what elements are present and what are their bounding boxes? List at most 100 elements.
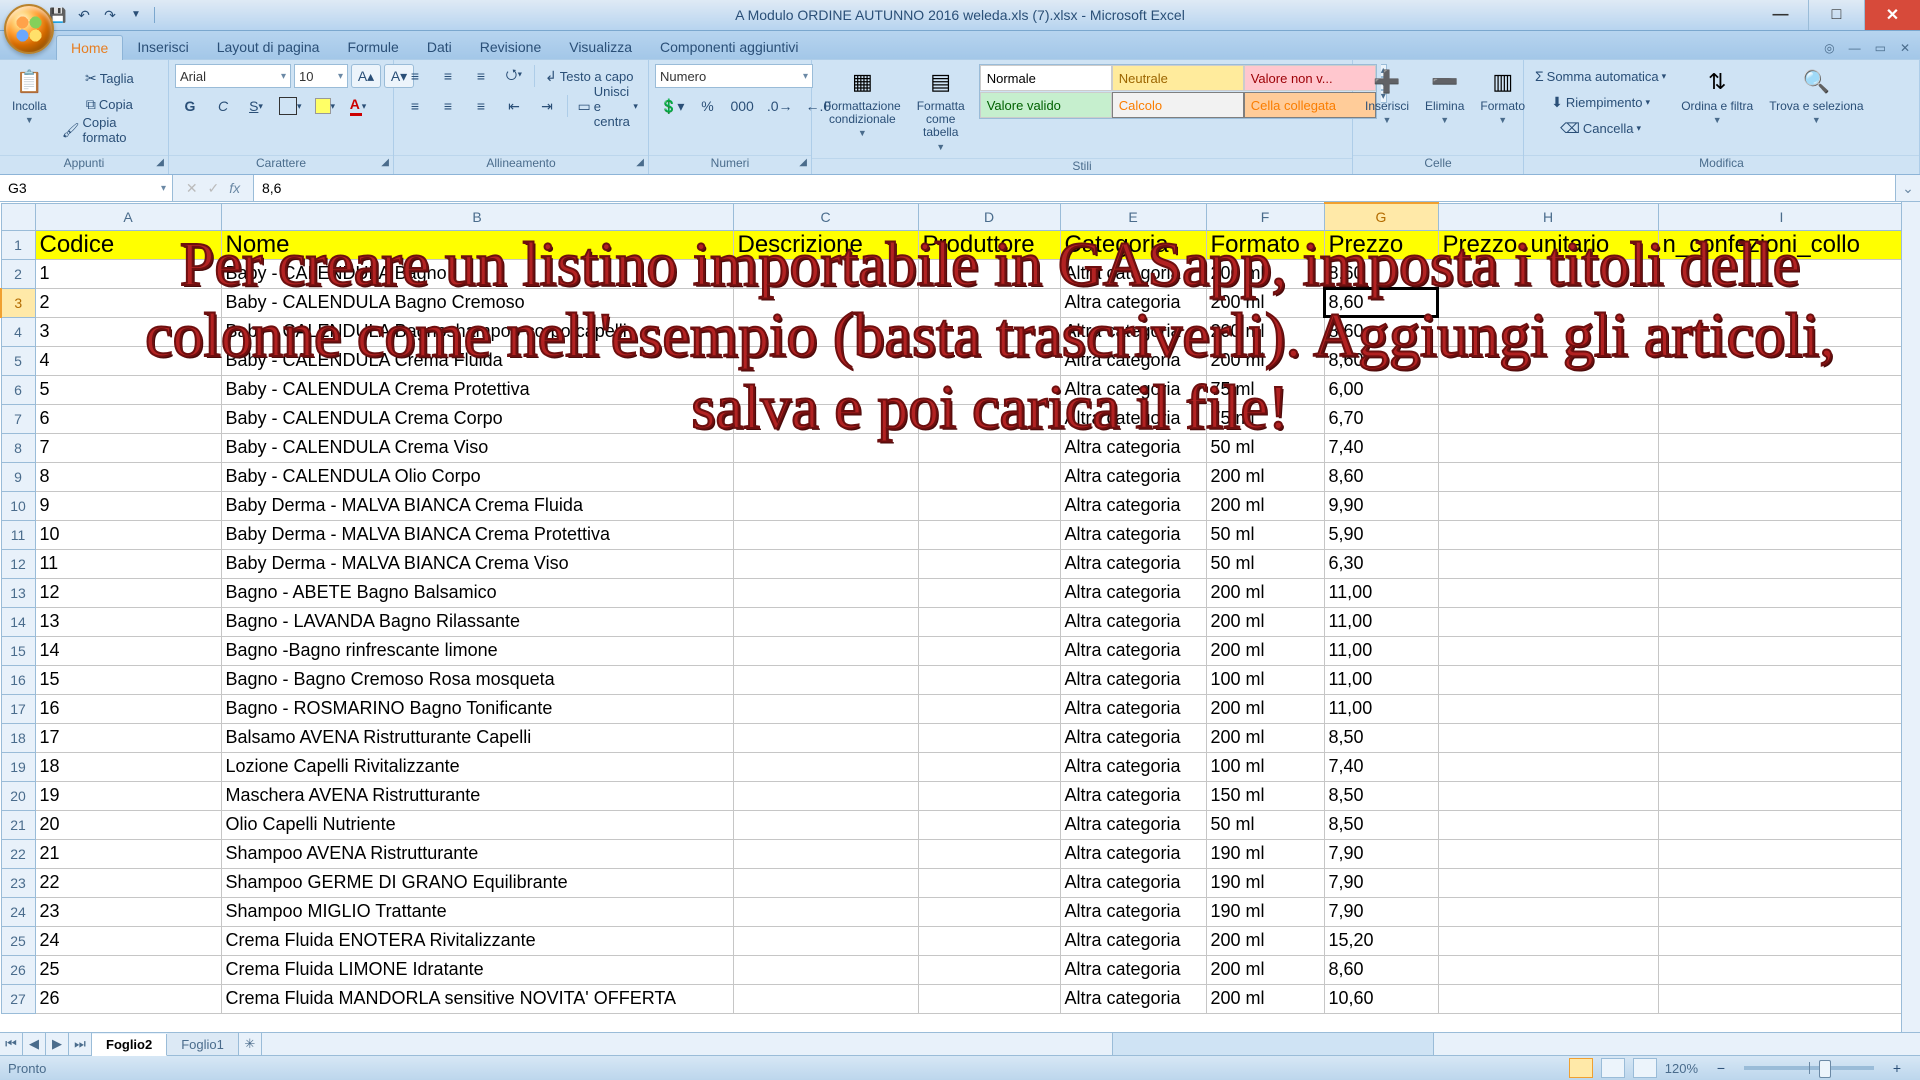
cell-F10[interactable]: 200 ml <box>1206 491 1324 520</box>
expand-formula-bar-icon[interactable]: ⌄ <box>1895 175 1920 201</box>
percent-button[interactable]: % <box>692 94 722 118</box>
cell-H10[interactable] <box>1438 491 1658 520</box>
cell-D11[interactable] <box>918 520 1060 549</box>
align-bottom-button[interactable]: ≡ <box>466 64 496 88</box>
cell-G3[interactable]: 8,60 <box>1324 288 1438 317</box>
cell-E21[interactable]: Altra categoria <box>1060 810 1206 839</box>
row-header[interactable]: 2 <box>1 259 35 288</box>
cell-I15[interactable] <box>1658 636 1901 665</box>
cell-G24[interactable]: 7,90 <box>1324 897 1438 926</box>
zoom-slider[interactable] <box>1744 1066 1874 1070</box>
cell-B3[interactable]: Baby - CALENDULA Bagno Cremoso <box>221 288 733 317</box>
column-header-C[interactable]: C <box>733 203 918 230</box>
row-header[interactable]: 13 <box>1 578 35 607</box>
cell-G23[interactable]: 7,90 <box>1324 868 1438 897</box>
cell-I17[interactable] <box>1658 694 1901 723</box>
format-as-table-button[interactable]: ▤ Formatta come tabella▼ <box>911 64 971 154</box>
ribbon-minimize-icon[interactable]: ◎ <box>1824 41 1834 55</box>
cell-H20[interactable] <box>1438 781 1658 810</box>
cell-A7[interactable]: 6 <box>35 404 221 433</box>
cell-G22[interactable]: 7,90 <box>1324 839 1438 868</box>
cell-A1[interactable]: Codice <box>35 230 221 259</box>
cell-F25[interactable]: 200 ml <box>1206 926 1324 955</box>
cell-A24[interactable]: 23 <box>35 897 221 926</box>
cell-B4[interactable]: Baby - CALENDULA Bagnoshampoo corpo cape… <box>221 317 733 346</box>
cell-I22[interactable] <box>1658 839 1901 868</box>
cell-G4[interactable]: 8,60 <box>1324 317 1438 346</box>
cell-D13[interactable] <box>918 578 1060 607</box>
cell-D4[interactable] <box>918 317 1060 346</box>
number-format-combo[interactable]: Numero▾ <box>655 64 813 88</box>
cell-D18[interactable] <box>918 723 1060 752</box>
cell-B20[interactable]: Maschera AVENA Ristrutturante <box>221 781 733 810</box>
cell-F8[interactable]: 50 ml <box>1206 433 1324 462</box>
style-calcolo[interactable]: Calcolo <box>1112 92 1244 118</box>
row-header[interactable]: 8 <box>1 433 35 462</box>
row-header[interactable]: 12 <box>1 549 35 578</box>
cell-G19[interactable]: 7,40 <box>1324 752 1438 781</box>
ribbon-tab-layout-di-pagina[interactable]: Layout di pagina <box>203 35 334 60</box>
page-break-view-button[interactable] <box>1633 1058 1657 1078</box>
ribbon-tab-formule[interactable]: Formule <box>333 35 412 60</box>
cell-E7[interactable]: Altra categoria <box>1060 404 1206 433</box>
cell-C26[interactable] <box>733 955 918 984</box>
cell-F4[interactable]: 200 ml <box>1206 317 1324 346</box>
font-name-combo[interactable]: Arial▾ <box>175 64 291 88</box>
cell-G18[interactable]: 8,50 <box>1324 723 1438 752</box>
cell-A4[interactable]: 3 <box>35 317 221 346</box>
cell-D22[interactable] <box>918 839 1060 868</box>
cell-D23[interactable] <box>918 868 1060 897</box>
cell-E22[interactable]: Altra categoria <box>1060 839 1206 868</box>
cell-A25[interactable]: 24 <box>35 926 221 955</box>
cell-E15[interactable]: Altra categoria <box>1060 636 1206 665</box>
style-normale[interactable]: Normale <box>980 65 1112 91</box>
cut-button[interactable]: ✂Taglia <box>57 66 162 90</box>
cell-I6[interactable] <box>1658 375 1901 404</box>
cell-E5[interactable]: Altra categoria <box>1060 346 1206 375</box>
merge-center-button[interactable]: ▭Unisci e centra▾ <box>573 94 643 118</box>
cell-F3[interactable]: 200 ml <box>1206 288 1324 317</box>
cell-E27[interactable]: Altra categoria <box>1060 984 1206 1013</box>
row-header[interactable]: 9 <box>1 462 35 491</box>
align-middle-button[interactable]: ≡ <box>433 64 463 88</box>
cell-I23[interactable] <box>1658 868 1901 897</box>
cell-B7[interactable]: Baby - CALENDULA Crema Corpo <box>221 404 733 433</box>
sheet-nav-last-icon[interactable]: ⏭ <box>69 1033 92 1055</box>
cell-F6[interactable]: 75 ml <box>1206 375 1324 404</box>
row-header[interactable]: 17 <box>1 694 35 723</box>
cell-F17[interactable]: 200 ml <box>1206 694 1324 723</box>
horizontal-scrollbar[interactable] <box>261 1033 1920 1055</box>
align-left-button[interactable]: ≡ <box>400 94 430 118</box>
row-header[interactable]: 25 <box>1 926 35 955</box>
cell-I27[interactable] <box>1658 984 1901 1013</box>
row-header[interactable]: 11 <box>1 520 35 549</box>
close-button[interactable]: ✕ <box>1865 0 1920 30</box>
cell-H18[interactable] <box>1438 723 1658 752</box>
cell-G25[interactable]: 15,20 <box>1324 926 1438 955</box>
cell-I26[interactable] <box>1658 955 1901 984</box>
cell-B18[interactable]: Balsamo AVENA Ristrutturante Capelli <box>221 723 733 752</box>
cell-C7[interactable] <box>733 404 918 433</box>
cell-E19[interactable]: Altra categoria <box>1060 752 1206 781</box>
cell-G15[interactable]: 11,00 <box>1324 636 1438 665</box>
cell-I25[interactable] <box>1658 926 1901 955</box>
cell-D25[interactable] <box>918 926 1060 955</box>
cell-A27[interactable]: 26 <box>35 984 221 1013</box>
cell-F26[interactable]: 200 ml <box>1206 955 1324 984</box>
cell-G5[interactable]: 8,60 <box>1324 346 1438 375</box>
cell-H22[interactable] <box>1438 839 1658 868</box>
cell-C24[interactable] <box>733 897 918 926</box>
bold-button[interactable]: G <box>175 94 205 118</box>
cell-A19[interactable]: 18 <box>35 752 221 781</box>
format-cells-button[interactable]: ▥Formato▼ <box>1474 64 1531 127</box>
cell-F21[interactable]: 50 ml <box>1206 810 1324 839</box>
cell-E20[interactable]: Altra categoria <box>1060 781 1206 810</box>
fill-color-button[interactable]: ▾ <box>310 94 341 118</box>
cell-D7[interactable] <box>918 404 1060 433</box>
cell-D15[interactable] <box>918 636 1060 665</box>
cell-F12[interactable]: 50 ml <box>1206 549 1324 578</box>
format-painter-button[interactable]: 🖌Copia formato <box>57 118 162 142</box>
row-header[interactable]: 4 <box>1 317 35 346</box>
ribbon-tab-componenti-aggiuntivi[interactable]: Componenti aggiuntivi <box>646 35 813 60</box>
cell-F19[interactable]: 100 ml <box>1206 752 1324 781</box>
